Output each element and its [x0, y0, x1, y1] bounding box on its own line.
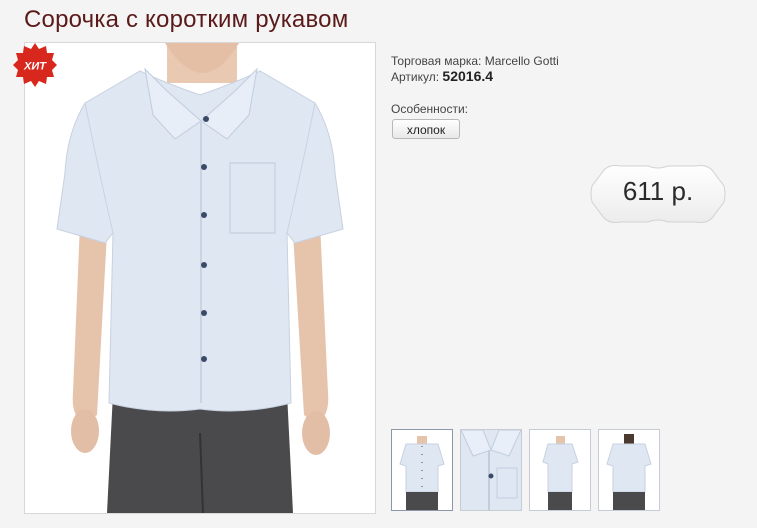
feature-tag-cotton[interactable]: хлопок — [392, 119, 460, 139]
sku-label: Артикул: — [391, 70, 440, 84]
hit-badge-label: ХИТ — [23, 61, 47, 73]
brand-label: Торговая марка: — [391, 54, 482, 68]
main-product-photo[interactable] — [24, 42, 376, 514]
product-info: Торговая марка: Marcello Gotti Артикул: … — [391, 54, 559, 85]
hit-badge: ХИТ — [12, 42, 58, 88]
price-value: 611 р. — [622, 176, 694, 206]
thumbnail-detail[interactable] — [460, 429, 522, 511]
thumbnail-side[interactable] — [529, 429, 591, 511]
sku-value: 52016.4 — [442, 68, 494, 84]
thumbnail-back[interactable] — [598, 429, 660, 511]
page-title: Сорочка с коротким рукавом — [24, 6, 349, 33]
brand-value: Marcello Gotti — [484, 54, 559, 68]
thumbnail-front[interactable] — [391, 429, 453, 511]
features-label: Особенности: — [391, 102, 469, 116]
